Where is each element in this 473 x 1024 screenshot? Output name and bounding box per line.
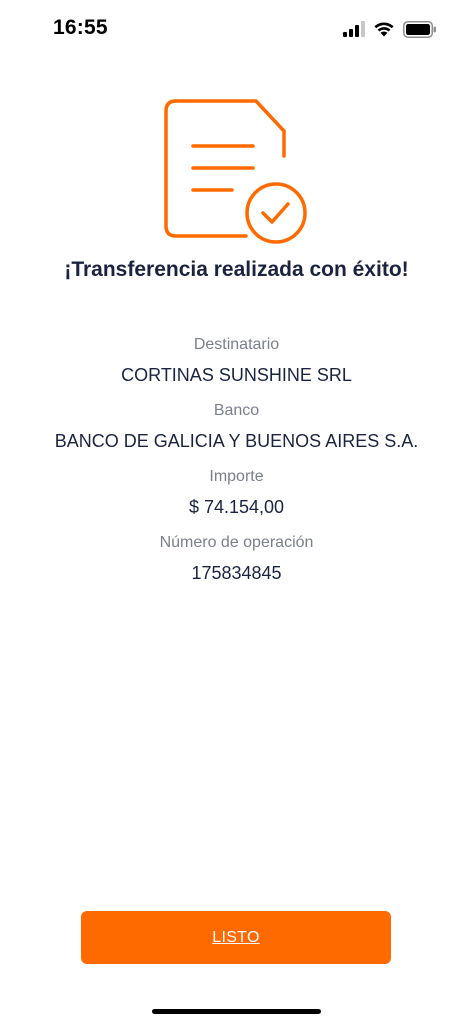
- status-bar: 16:55: [0, 0, 473, 58]
- recipient-value: CORTINAS SUNSHINE SRL: [121, 365, 352, 385]
- recipient-label: Destinatario: [193, 336, 280, 353]
- wifi-icon: [373, 21, 395, 37]
- transfer-details: Destinatario CORTINAS SUNSHINE SRL Banco…: [0, 335, 473, 599]
- amount-value: $ 74.154,00: [188, 497, 285, 517]
- success-title: ¡Transferencia realizada con éxito!: [64, 258, 409, 281]
- battery-icon: [403, 20, 437, 38]
- bank-value: BANCO DE GALICIA Y BUENOS AIRES S.A.: [54, 431, 419, 451]
- signal-icon: [343, 21, 365, 37]
- operation-number-value: 175834845: [191, 563, 282, 583]
- operation-number-label: Número de operación: [159, 534, 314, 551]
- bank-label: Banco: [213, 402, 260, 419]
- document-check-icon: [160, 96, 312, 246]
- status-time: 16:55: [53, 16, 108, 39]
- status-icons: [343, 18, 437, 40]
- home-indicator[interactable]: [152, 1009, 321, 1014]
- amount-label: Importe: [209, 468, 264, 485]
- done-button[interactable]: LISTO: [81, 911, 391, 964]
